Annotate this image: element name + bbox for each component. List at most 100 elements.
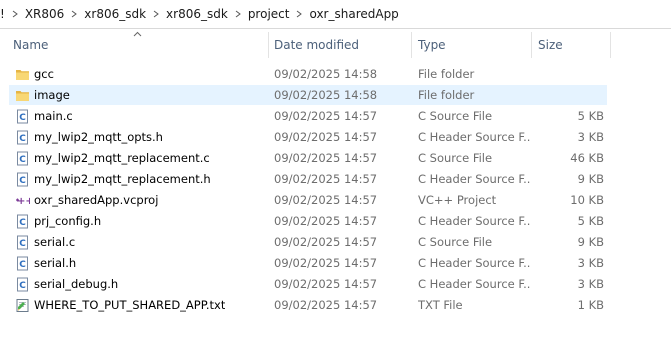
file-date-modified: 09/02/2025 14:57 [274,256,378,270]
c-file-icon: C [15,130,30,145]
chevron-right-icon[interactable] [67,0,81,28]
c-file-icon: C [15,256,30,271]
file-list: gcc 09/02/2025 14:58 File folder image 09/02… [0,64,671,316]
c-file-icon: C [15,214,30,229]
file-type: VC++ Project [418,193,497,207]
file-name[interactable]: my_lwip2_mqtt_opts.h [34,127,163,148]
file-row[interactable]: Cserial_debug.h 09/02/2025 14:57 C Header … [0,274,671,295]
file-row[interactable]: Cmy_lwip2_mqtt_opts.h 09/02/2025 14:57 C H… [0,127,671,148]
file-date-modified: 09/02/2025 14:58 [274,88,378,102]
chevron-right-icon[interactable] [231,0,245,28]
file-date-modified: 09/02/2025 14:57 [274,109,378,123]
column-divider[interactable] [610,32,611,58]
file-date-modified: 09/02/2025 14:57 [274,130,378,144]
file-size: 3 KB [577,277,604,291]
file-size: 3 KB [577,130,604,144]
svg-text:C: C [19,113,26,123]
svg-text:C: C [19,260,26,270]
column-divider[interactable] [268,32,269,58]
file-row[interactable]: Cmain.c 09/02/2025 14:57 C Source File 5 KB [0,106,671,127]
file-size: 46 KB [570,151,604,165]
file-type: TXT File [418,298,463,312]
chevron-right-icon[interactable] [8,0,22,28]
file-date-modified: 09/02/2025 14:57 [274,151,378,165]
breadcrumb-item-oxr-sharedapp[interactable]: oxr_sharedApp [306,7,401,21]
svg-text:C: C [19,176,26,186]
file-type: C Header Source F... [418,214,530,228]
file-size: 5 KB [577,214,604,228]
svg-text:C: C [19,281,26,291]
file-row[interactable]: Cprj_config.h 09/02/2025 14:57 C Header So… [0,211,671,232]
file-size: 9 KB [577,172,604,186]
file-type: C Header Source F... [418,172,530,186]
file-date-modified: 09/02/2025 14:57 [274,277,378,291]
file-type: C Header Source F... [418,130,530,144]
svg-text:C: C [19,239,26,249]
file-name[interactable]: image [34,85,70,106]
file-name[interactable]: WHERE_TO_PUT_SHARED_APP.txt [34,295,225,316]
column-divider[interactable] [411,32,412,58]
column-divider[interactable] [531,32,532,58]
column-header-type[interactable]: Type [414,32,530,58]
svg-text:C: C [19,134,26,144]
file-row[interactable]: Cmy_lwip2_mqtt_replacement.c 09/02/2025 1… [0,148,671,169]
column-header-row: Name Date modified Type Size [0,32,671,58]
folder-icon [15,67,30,82]
file-name[interactable]: serial.c [34,232,75,253]
file-type: C Source File [418,109,493,123]
file-row[interactable]: ++ oxr_sharedApp.vcproj 09/02/2025 14:57 VC… [0,190,671,211]
file-name[interactable]: my_lwip2_mqtt_replacement.c [34,148,210,169]
file-size: 1 KB [577,298,604,312]
c-file-icon: C [15,172,30,187]
file-size: 5 KB [577,109,604,123]
text-file-icon [15,298,30,313]
c-file-icon: C [15,151,30,166]
file-row[interactable]: gcc 09/02/2025 14:58 File folder [0,64,671,85]
file-row[interactable]: Cmy_lwip2_mqtt_replacement.h 09/02/2025 1… [0,169,671,190]
breadcrumb: ! XR806 xr806_sdk xr806_sdk project oxr_… [0,0,671,29]
file-name[interactable]: my_lwip2_mqtt_replacement.h [34,169,211,190]
file-name[interactable]: gcc [34,64,54,85]
breadcrumb-overflow[interactable]: ! [0,7,8,21]
file-date-modified: 09/02/2025 14:57 [274,193,378,207]
file-explorer-window: ! XR806 xr806_sdk xr806_sdk project oxr_… [0,0,671,364]
file-name[interactable]: oxr_sharedApp.vcproj [34,190,158,211]
svg-text:++: ++ [17,196,30,207]
file-type: C Header Source F... [418,256,530,270]
column-header-size[interactable]: Size [534,32,608,58]
file-date-modified: 09/02/2025 14:58 [274,67,378,81]
column-header-date-modified[interactable]: Date modified [270,32,410,58]
file-name[interactable]: serial.h [34,253,76,274]
file-date-modified: 09/02/2025 14:57 [274,298,378,312]
vcproj-icon: ++ [15,193,34,208]
c-file-icon: C [15,109,30,124]
file-type: File folder [418,88,475,102]
file-type: C Header Source F... [418,277,530,291]
breadcrumb-item-project[interactable]: project [245,7,293,21]
chevron-right-icon[interactable] [292,0,306,28]
breadcrumb-item-xr806[interactable]: XR806 [22,7,67,21]
folder-icon [15,88,30,103]
file-name[interactable]: prj_config.h [34,211,101,232]
c-file-icon: C [15,277,30,292]
file-row[interactable]: Cserial.h 09/02/2025 14:57 C Header Source… [0,253,671,274]
breadcrumb-item-xr806-sdk-inner[interactable]: xr806_sdk [163,7,231,21]
svg-text:C: C [19,218,26,228]
file-date-modified: 09/02/2025 14:57 [274,214,378,228]
file-type: C Source File [418,235,493,249]
file-size: 10 KB [570,193,604,207]
file-size: 3 KB [577,256,604,270]
file-name[interactable]: main.c [34,106,73,127]
file-row[interactable]: Cserial.c 09/02/2025 14:57 C Source File 9 … [0,232,671,253]
file-type: File folder [418,67,475,81]
breadcrumb-item-xr806-sdk[interactable]: xr806_sdk [81,7,149,21]
file-date-modified: 09/02/2025 14:57 [274,172,378,186]
file-type: C Source File [418,151,493,165]
column-header-name[interactable]: Name [9,32,267,58]
file-row[interactable]: image 09/02/2025 14:58 File folder [0,85,671,106]
file-name[interactable]: serial_debug.h [34,274,118,295]
file-date-modified: 09/02/2025 14:57 [274,235,378,249]
file-size: 9 KB [577,235,604,249]
chevron-right-icon[interactable] [149,0,163,28]
file-row[interactable]: WHERE_TO_PUT_SHARED_APP.txt 09/02/2025 14… [0,295,671,316]
